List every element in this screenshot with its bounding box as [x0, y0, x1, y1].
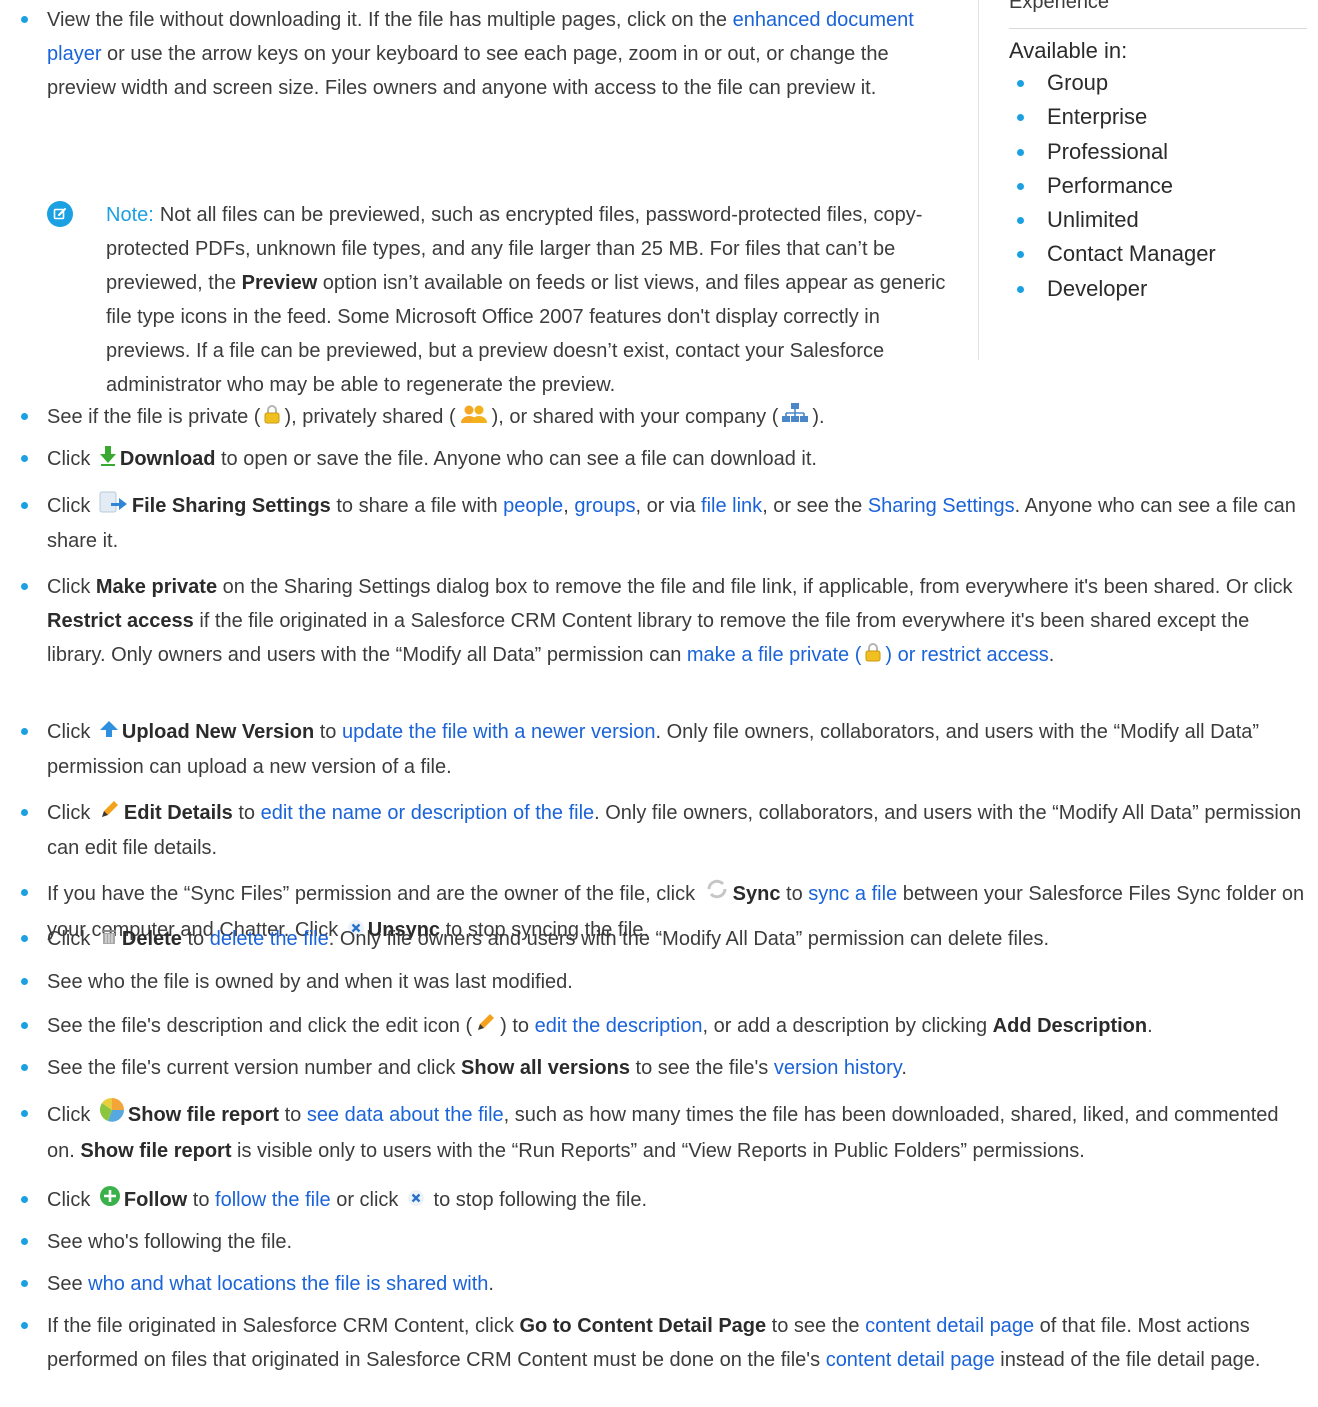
delete-the-file-link[interactable]: delete the file [210, 928, 329, 950]
lock-icon [263, 401, 281, 435]
edition-item: Developer [1017, 272, 1216, 306]
list-item-delete: Click Delete to delete the file. Only fi… [21, 922, 1049, 957]
bullet [21, 1238, 28, 1245]
list-item-owned: See who the file is owned by and when it… [21, 965, 573, 999]
edit-pencil-icon[interactable] [475, 1010, 497, 1044]
pencil-icon [99, 797, 121, 831]
plus-circle-icon [99, 1184, 121, 1218]
list-item-file-report: Click Show file report to see data about… [21, 1097, 1309, 1168]
edit-description-link[interactable]: edit the description [535, 1015, 703, 1037]
edition-item: Enterprise [1017, 100, 1216, 134]
list-item-make-private: Click Make private on the Sharing Settin… [21, 570, 1309, 673]
bullet [21, 502, 28, 509]
bullet [21, 1022, 28, 1029]
help-document: View the file without downloading it. If… [0, 0, 1318, 1407]
list-item-view: View the file without downloading it. If… [21, 3, 959, 105]
list-item-shared-with: See who and what locations the file is s… [21, 1267, 494, 1301]
bullet [1017, 114, 1024, 122]
people-link[interactable]: people [503, 495, 563, 517]
bullet [21, 935, 28, 942]
list-item-follow: Click Follow to follow the file or click… [21, 1183, 647, 1218]
bullet [21, 889, 28, 896]
version-history-link[interactable]: version history [774, 1057, 901, 1079]
edition-item: Performance [1017, 169, 1216, 203]
company-network-icon [781, 401, 809, 435]
see-data-about-file-link[interactable]: see data about the file [307, 1104, 504, 1126]
list-item-content-detail: If the file originated in Salesforce CRM… [21, 1309, 1309, 1377]
unfollow-close-icon[interactable] [407, 1184, 425, 1218]
note-edit-icon [47, 201, 73, 227]
follow-the-file-link[interactable]: follow the file [215, 1189, 331, 1211]
bullet [1017, 217, 1024, 225]
list-item-description: See the file's description and click the… [21, 1009, 1153, 1044]
edit-name-description-link[interactable]: edit the name or description of the file [261, 802, 595, 824]
edition-item: Group [1017, 66, 1216, 100]
bullet [21, 583, 28, 590]
sharing-settings-link[interactable]: Sharing Settings [868, 495, 1015, 517]
bullet [21, 978, 28, 985]
file-link-link[interactable]: file link [701, 495, 762, 517]
sync-a-file-link[interactable]: sync a file [808, 883, 897, 905]
share-file-icon [99, 490, 129, 524]
list-item-download: Click Download to open or save the file.… [21, 442, 817, 477]
list-item-sharing: Click File Sharing Settings to share a f… [21, 489, 1305, 558]
update-file-version-link[interactable]: update the file with a newer version [342, 721, 656, 743]
bullet [21, 1064, 28, 1071]
note-box: Note: Not all files can be previewed, suc… [47, 198, 954, 402]
bullet [21, 1110, 28, 1117]
list-item-privacy: See if the file is private (), privately… [21, 400, 825, 435]
bullet [21, 413, 28, 420]
upload-arrow-icon [99, 716, 119, 750]
edition-item: Unlimited [1017, 203, 1216, 237]
list-item-version: See the file's current version number an… [21, 1051, 907, 1085]
editions-sidebar: Experience Available in: Group Enterpris… [978, 0, 1307, 360]
available-in-label: Available in: [1009, 38, 1128, 63]
list-item-following: See who's following the file. [21, 1225, 292, 1259]
trash-icon [99, 923, 119, 957]
list-item-edit-details: Click Edit Details to edit the name or d… [21, 796, 1309, 865]
divider [1009, 28, 1307, 29]
edition-item: Professional [1017, 135, 1216, 169]
content-detail-page-link-2[interactable]: content detail page [826, 1349, 995, 1371]
sync-icon [704, 876, 730, 913]
bullet [21, 455, 28, 462]
bullet [21, 1280, 28, 1287]
note-label: Note: [106, 204, 154, 226]
edition-item: Contact Manager [1017, 237, 1216, 271]
groups-link[interactable]: groups [574, 495, 635, 517]
bullet [1017, 182, 1024, 190]
bullet [1017, 285, 1024, 293]
sidebar-title: Experience [1009, 0, 1110, 13]
people-icon [459, 401, 489, 435]
bullet [21, 16, 28, 23]
content-detail-page-link[interactable]: content detail page [865, 1315, 1034, 1337]
bullet [1017, 80, 1024, 87]
download-arrow-icon [99, 443, 117, 477]
shared-with-link[interactable]: who and what locations the file is share… [88, 1273, 488, 1295]
bullet [21, 809, 28, 816]
lock-icon [864, 639, 882, 673]
editions-list: Group Enterprise Professional Performanc… [1017, 66, 1216, 306]
report-chart-icon [99, 1097, 125, 1134]
bullet [1017, 148, 1024, 156]
bullet [21, 1196, 28, 1203]
bullet [21, 728, 28, 735]
list-item-upload-version: Click Upload New Version to update the f… [21, 715, 1305, 784]
make-file-private-link[interactable]: make a file private () or restrict acces… [687, 642, 1049, 666]
bullet [1017, 251, 1024, 259]
bullet [21, 1322, 28, 1329]
